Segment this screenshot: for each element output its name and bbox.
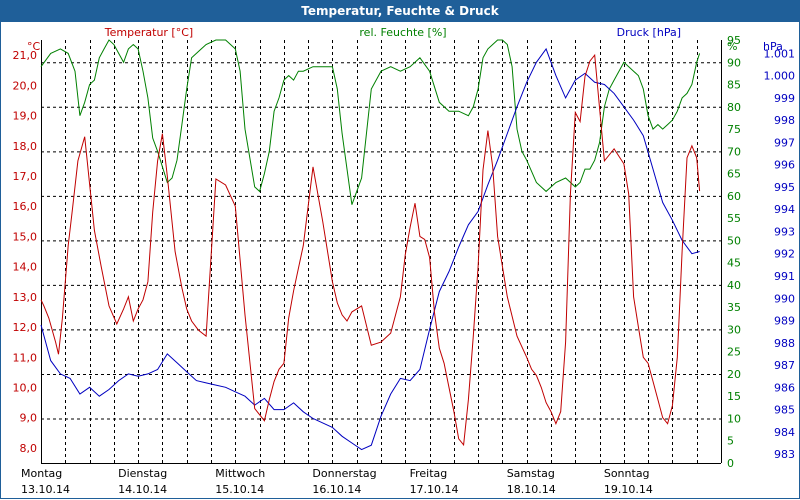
pressure-axis-label: Druck [hPa] bbox=[617, 26, 681, 39]
temperature-axis-label: Temperatur [°C] bbox=[104, 26, 193, 39]
humidity-unit: % bbox=[727, 40, 737, 53]
pressure-tick-label: 999 bbox=[774, 92, 795, 105]
pressure-tick-label: 995 bbox=[774, 181, 795, 194]
x-day-label: Dienstag bbox=[118, 467, 167, 480]
temperature-tick-label: 8,0 bbox=[20, 442, 38, 455]
humidity-tick-label: 60 bbox=[727, 190, 741, 203]
x-date-label: 14.10.14 bbox=[118, 483, 167, 496]
pressure-tick-label: 997 bbox=[774, 136, 795, 149]
x-day-label: Mittwoch bbox=[215, 467, 265, 480]
pressure-tick-label: 989 bbox=[774, 315, 795, 328]
pressure-tick-label: 985 bbox=[774, 404, 795, 417]
humidity-tick-label: 80 bbox=[727, 101, 741, 114]
humidity-tick-label: 10 bbox=[727, 412, 741, 425]
x-date-label: 13.10.14 bbox=[21, 483, 70, 496]
pressure-tick-label: 988 bbox=[774, 337, 795, 350]
x-date-label: 15.10.14 bbox=[215, 483, 264, 496]
temperature-tick-label: 15,0 bbox=[13, 230, 38, 243]
humidity-tick-label: 35 bbox=[727, 301, 741, 314]
humidity-tick-label: 20 bbox=[727, 368, 741, 381]
x-day-label: Montag bbox=[21, 467, 62, 480]
x-date-label: 19.10.14 bbox=[604, 483, 653, 496]
pressure-tick-label: 1.000 bbox=[764, 70, 796, 83]
temperature-tick-label: 14,0 bbox=[13, 261, 38, 274]
x-date-label: 18.10.14 bbox=[507, 483, 556, 496]
pressure-unit: hPa bbox=[763, 40, 783, 53]
x-day-label: Donnerstag bbox=[312, 467, 376, 480]
pressure-tick-label: 991 bbox=[774, 270, 795, 283]
pressure-tick-label: 998 bbox=[774, 114, 795, 127]
x-day-label: Sonntag bbox=[604, 467, 650, 480]
temperature-tick-label: 20,0 bbox=[13, 79, 38, 92]
pressure-tick-label: 987 bbox=[774, 359, 795, 372]
temperature-unit: °C bbox=[27, 40, 41, 53]
humidity-tick-label: 50 bbox=[727, 234, 741, 247]
pressure-tick-label: 992 bbox=[774, 248, 795, 261]
pressure-tick-label: 994 bbox=[774, 203, 795, 216]
humidity-tick-label: 5 bbox=[727, 435, 734, 448]
humidity-tick-label: 75 bbox=[727, 123, 741, 136]
pressure-tick-label: 996 bbox=[774, 159, 795, 172]
pressure-tick-label: 984 bbox=[774, 426, 795, 439]
chart-frame: 8,0 9,0 10,0 11,0 12,0 13,0 14,0 15,0 16,0 17,0 18… bbox=[0, 22, 800, 499]
temperature-tick-label: 9,0 bbox=[20, 412, 38, 425]
temperature-tick-label: 10,0 bbox=[13, 381, 38, 394]
temperature-tick-label: 19,0 bbox=[13, 110, 38, 123]
humidity-tick-label: 0 bbox=[727, 457, 734, 470]
pressure-tick-label: 990 bbox=[774, 292, 795, 305]
temperature-tick-label: 18,0 bbox=[13, 140, 38, 153]
temperature-tick-label: 12,0 bbox=[13, 321, 38, 334]
x-day-label: Samstag bbox=[507, 467, 555, 480]
pressure-tick-label: 983 bbox=[774, 448, 795, 461]
temperature-tick-label: 17,0 bbox=[13, 170, 38, 183]
weather-chart: 8,0 9,0 10,0 11,0 12,0 13,0 14,0 15,0 16,0 17,0 18… bbox=[13, 26, 796, 496]
window-title: Temperatur, Feuchte & Druck bbox=[0, 0, 800, 22]
humidity-tick-label: 40 bbox=[727, 279, 741, 292]
humidity-tick-label: 25 bbox=[727, 346, 741, 359]
temperature-tick-label: 16,0 bbox=[13, 200, 38, 213]
x-day-label: Freitag bbox=[410, 467, 448, 480]
pressure-tick-label: 993 bbox=[774, 225, 795, 238]
humidity-tick-label: 90 bbox=[727, 56, 741, 69]
x-date-label: 16.10.14 bbox=[312, 483, 361, 496]
humidity-axis-label: rel. Feuchte [%] bbox=[359, 26, 446, 39]
humidity-tick-label: 85 bbox=[727, 79, 741, 92]
humidity-tick-label: 30 bbox=[727, 323, 741, 336]
temperature-tick-label: 13,0 bbox=[13, 291, 38, 304]
humidity-tick-label: 45 bbox=[727, 257, 741, 270]
humidity-tick-label: 65 bbox=[727, 168, 741, 181]
pressure-tick-label: 986 bbox=[774, 381, 795, 394]
x-date-label: 17.10.14 bbox=[410, 483, 459, 496]
humidity-tick-label: 70 bbox=[727, 145, 741, 158]
temperature-tick-label: 11,0 bbox=[13, 351, 38, 364]
humidity-tick-label: 55 bbox=[727, 212, 741, 225]
humidity-tick-label: 15 bbox=[727, 390, 741, 403]
